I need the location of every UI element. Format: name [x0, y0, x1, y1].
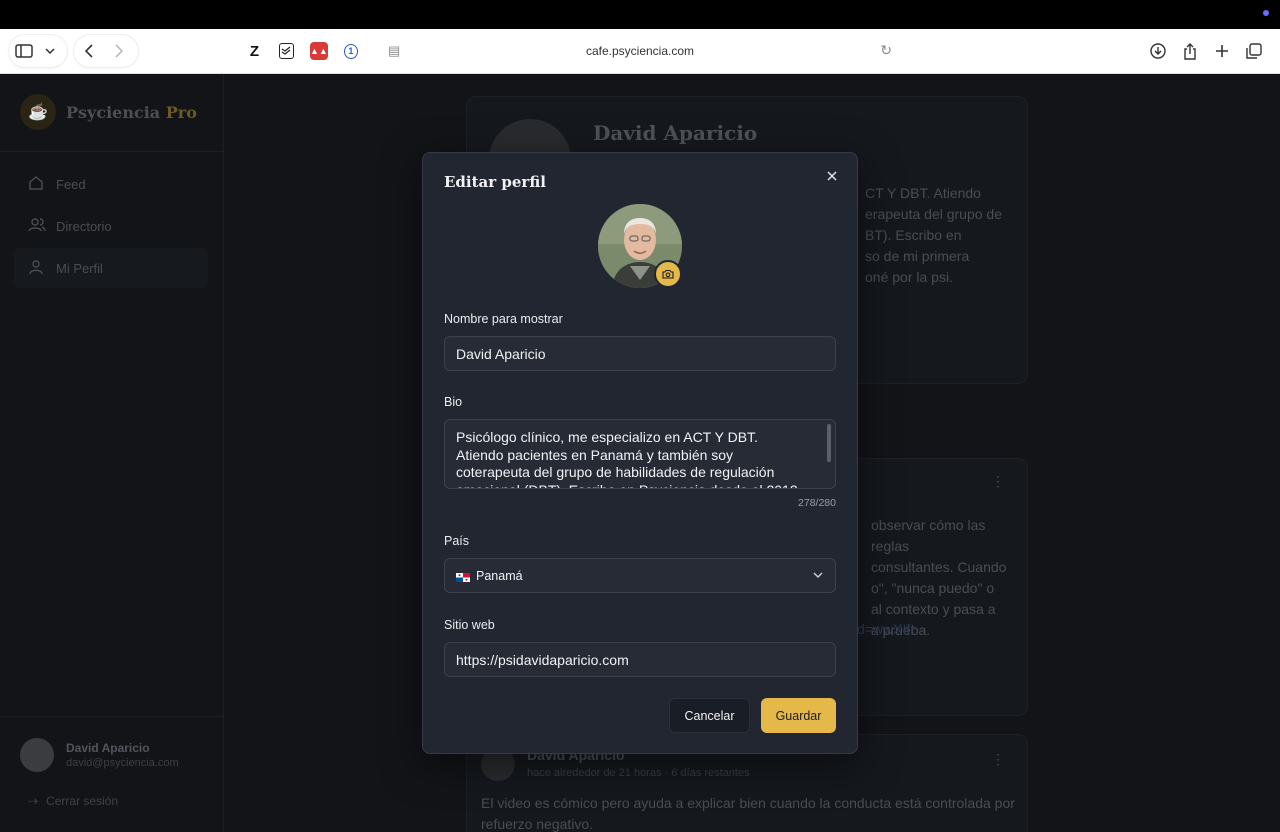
- country-select[interactable]: Panamá: [444, 558, 836, 593]
- country-label: País: [444, 534, 470, 548]
- display-name-input[interactable]: David Aparicio: [444, 336, 836, 371]
- back-arrow-icon[interactable]: [74, 36, 104, 66]
- 1password-icon[interactable]: 1: [343, 43, 359, 59]
- scrollbar[interactable]: [827, 424, 831, 462]
- profile-photo[interactable]: [598, 204, 682, 288]
- forward-arrow-icon[interactable]: [104, 36, 134, 66]
- camera-icon[interactable]: [654, 260, 682, 288]
- chevron-down-icon: [813, 569, 823, 581]
- bio-label: Bio: [444, 395, 463, 409]
- system-bar: [0, 0, 1280, 29]
- display-name-value: David Aparicio: [456, 345, 546, 362]
- bio-value: Psicólogo clínico, me especializo en ACT…: [456, 429, 798, 488]
- page-menu-icon[interactable]: ▤: [388, 43, 400, 59]
- new-tab-icon[interactable]: [1210, 37, 1234, 65]
- dialog-title: Editar perfil: [444, 173, 546, 191]
- panama-flag-icon: [456, 571, 470, 582]
- sidebar-toggle-group: [9, 35, 67, 67]
- bio-textarea[interactable]: Psicólogo clínico, me especializo en ACT…: [444, 419, 836, 489]
- reload-icon[interactable]: ↻: [880, 42, 892, 59]
- url-text: cafe.psyciencia.com: [585, 44, 695, 58]
- name-label: Nombre para mostrar: [444, 312, 563, 326]
- extensions-group: Z ▲▲ 1: [238, 35, 366, 67]
- zotero-icon[interactable]: Z: [246, 42, 263, 60]
- status-dot: [1263, 10, 1269, 16]
- website-value: https://psidavidaparicio.com: [456, 651, 629, 668]
- medium-icon[interactable]: ▲▲: [310, 42, 328, 60]
- todoist-icon[interactable]: [278, 43, 294, 59]
- website-input[interactable]: https://psidavidaparicio.com: [444, 642, 836, 677]
- character-counter: 278/280: [798, 497, 836, 509]
- country-value: Panamá: [476, 568, 523, 583]
- share-icon[interactable]: [1178, 37, 1202, 65]
- cancel-button[interactable]: Cancelar: [669, 698, 750, 733]
- chevron-down-icon[interactable]: [39, 36, 61, 66]
- close-icon[interactable]: [821, 165, 843, 187]
- browser-actions: [1146, 37, 1266, 65]
- browser-toolbar: Z ▲▲ 1 ▤ cafe.psyciencia.com ↻: [0, 29, 1280, 74]
- edit-profile-dialog: Editar perfil Nombre para mostrar David …: [422, 152, 858, 754]
- download-icon[interactable]: [1146, 37, 1170, 65]
- history-nav-group: [74, 35, 138, 67]
- tabs-overview-icon[interactable]: [1242, 37, 1266, 65]
- address-bar[interactable]: ▤ cafe.psyciencia.com ↻: [380, 35, 900, 67]
- website-label: Sitio web: [444, 618, 495, 632]
- sidebar-icon[interactable]: [9, 36, 39, 66]
- save-button[interactable]: Guardar: [761, 698, 836, 733]
